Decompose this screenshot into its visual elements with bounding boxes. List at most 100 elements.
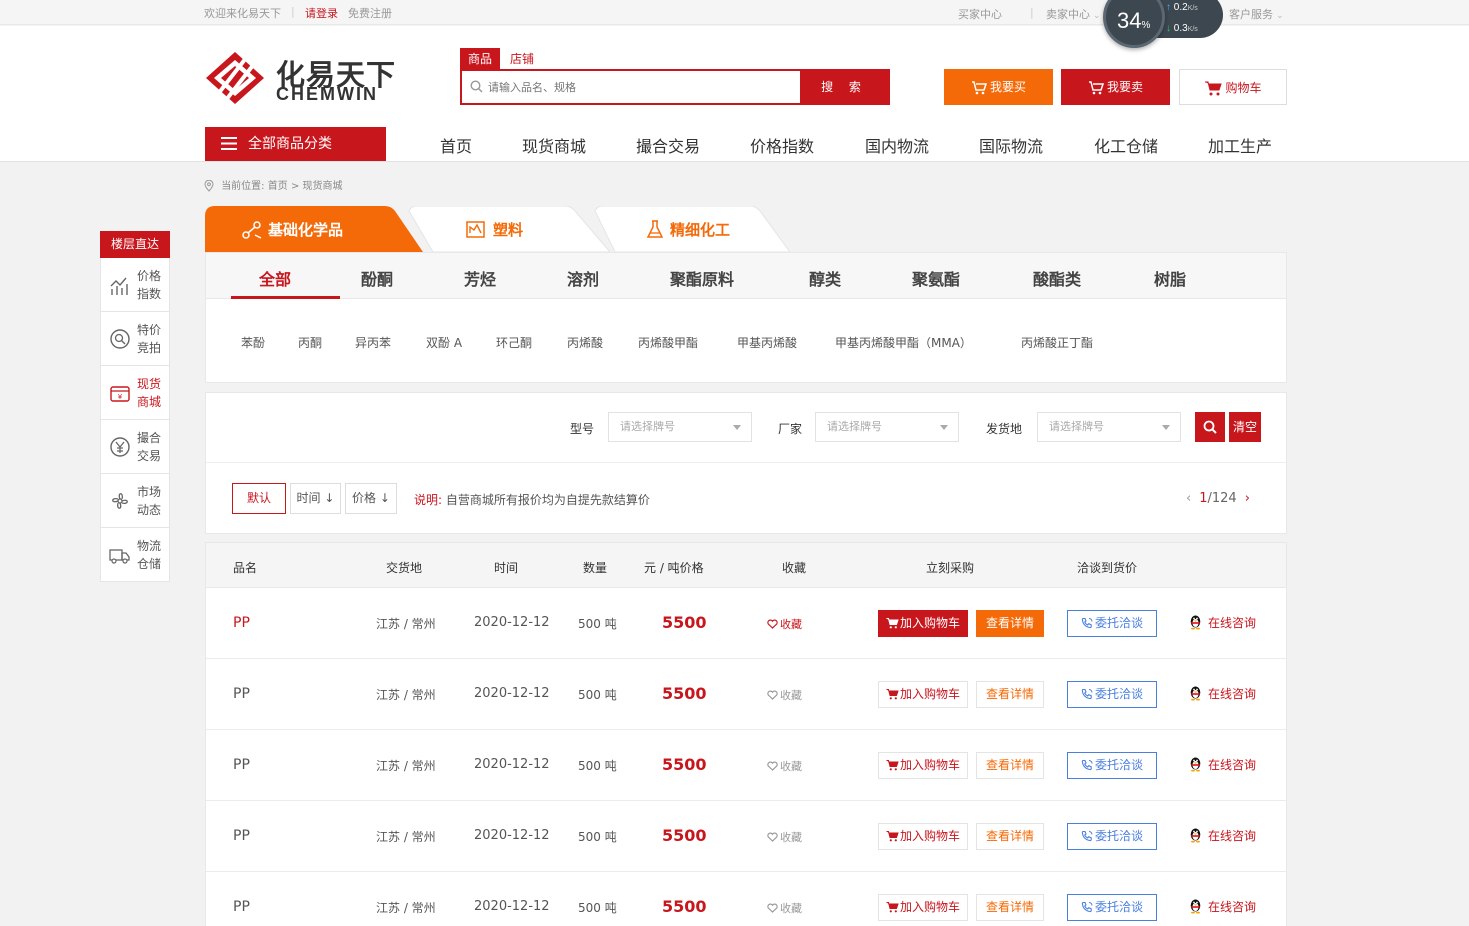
add-to-cart-button[interactable]: 加入购物车 — [878, 681, 968, 708]
view-details-button[interactable]: 查看详情 — [976, 823, 1044, 850]
tab-plastics[interactable]: 塑料 — [420, 206, 610, 252]
entrust-negotiation-button[interactable]: 委托洽谈 — [1067, 681, 1157, 708]
prev-page-icon[interactable]: ‹ — [1186, 491, 1191, 506]
origin-select[interactable]: 请选择牌号 — [1037, 412, 1181, 442]
tab-fine-chemicals[interactable]: 精细化工 — [610, 206, 800, 252]
favorite-button[interactable]: 收藏 — [767, 829, 802, 845]
subcat-aromatics[interactable]: 芳烃 — [464, 266, 496, 290]
nav-price-index[interactable]: 价格指数 — [750, 133, 814, 157]
product-name[interactable]: PP — [233, 757, 250, 773]
breadcrumb-home[interactable]: 首页 — [268, 181, 288, 192]
sort-price-button[interactable]: 价格 ↓ — [345, 483, 397, 514]
product-name[interactable]: PP — [233, 686, 250, 702]
sort-time-button[interactable]: 时间 ↓ — [290, 483, 341, 514]
nav-processing[interactable]: 加工生产 — [1208, 133, 1272, 157]
product-link[interactable]: 丙烯酸 — [567, 334, 603, 351]
subcat-phenol-ketone[interactable]: 酚酮 — [361, 266, 393, 290]
product-link[interactable]: 丙烯酸正丁酯 — [1021, 334, 1093, 351]
subcat-polyester[interactable]: 聚酯原料 — [670, 266, 734, 290]
add-to-cart-button[interactable]: 加入购物车 — [878, 823, 968, 850]
nav-spot-mall[interactable]: 现货商城 — [522, 133, 586, 157]
nav-intl-logistics[interactable]: 国际物流 — [979, 133, 1043, 157]
online-consult-link[interactable]: 在线咨询 — [1189, 756, 1256, 773]
view-details-button[interactable]: 查看详情 — [976, 681, 1044, 708]
favorite-button[interactable]: 收藏 — [767, 616, 802, 632]
product-link[interactable]: 甲基丙烯酸 — [737, 334, 797, 351]
login-link[interactable]: 请登录 — [305, 5, 338, 21]
cart-icon — [886, 902, 899, 913]
entrust-negotiation-button[interactable]: 委托洽谈 — [1067, 894, 1157, 921]
clear-filters-button[interactable]: 清空 — [1229, 412, 1261, 442]
floor-item-line1: 特价 — [137, 323, 162, 337]
product-name[interactable]: PP — [233, 615, 250, 631]
entrust-negotiation-button[interactable]: 委托洽谈 — [1067, 823, 1157, 850]
entrust-negotiation-button[interactable]: 委托洽谈 — [1067, 752, 1157, 779]
all-categories-button[interactable]: 全部商品分类 — [205, 127, 386, 161]
search-button[interactable]: 搜 索 — [800, 71, 888, 103]
sort-default-button[interactable]: 默认 — [232, 483, 286, 514]
nav-warehouse[interactable]: 化工仓储 — [1094, 133, 1158, 157]
next-page-icon[interactable]: › — [1245, 491, 1250, 506]
product-link[interactable]: 异丙苯 — [355, 334, 391, 351]
search-tab-shops[interactable]: 店铺 — [502, 48, 542, 70]
online-consult-link[interactable]: 在线咨询 — [1189, 898, 1256, 915]
search-tab-goods[interactable]: 商品 — [460, 48, 501, 70]
site-logo[interactable]: 化易天下 CHEMWIN — [204, 50, 404, 110]
online-consult-link[interactable]: 在线咨询 — [1189, 685, 1256, 702]
entrust-negotiation-button[interactable]: 委托洽谈 — [1067, 610, 1157, 637]
favorite-button[interactable]: 收藏 — [767, 900, 802, 916]
buy-button[interactable]: 我要买 — [944, 69, 1053, 105]
floor-item-market-news[interactable]: 市场 动态 — [100, 474, 170, 528]
product-link[interactable]: 环己酮 — [496, 334, 532, 351]
subcat-resins[interactable]: 树脂 — [1154, 266, 1186, 290]
online-consult-link[interactable]: 在线咨询 — [1189, 827, 1256, 844]
product-link[interactable]: 丙烯酸甲酯 — [638, 334, 698, 351]
favorite-button[interactable]: 收藏 — [767, 687, 802, 703]
add-to-cart-button[interactable]: 加入购物车 — [878, 894, 968, 921]
floor-item-auction[interactable]: 特价 竞拍 — [100, 312, 170, 366]
view-details-button[interactable]: 查看详情 — [976, 610, 1044, 637]
nav-matching[interactable]: 撮合交易 — [636, 133, 700, 157]
favorite-button[interactable]: 收藏 — [767, 758, 802, 774]
floor-item-logistics[interactable]: 物流 仓储 — [100, 528, 170, 582]
maker-select[interactable]: 请选择牌号 — [815, 412, 959, 442]
shopping-cart-button[interactable]: 购物车 — [1179, 69, 1287, 105]
phone-icon — [1081, 688, 1093, 700]
filter-search-button[interactable] — [1195, 412, 1225, 442]
qq-penguin-icon — [1190, 615, 1201, 630]
floor-item-spot-mall[interactable]: ¥ 现货 商城 — [100, 366, 170, 420]
add-to-cart-button[interactable]: 加入购物车 — [878, 752, 968, 779]
model-select[interactable]: 请选择牌号 — [608, 412, 752, 442]
heart-icon — [767, 761, 778, 771]
floor-item-price-index[interactable]: 价格 指数 — [100, 258, 170, 312]
buyer-center-label: 买家中心 — [958, 8, 1002, 21]
register-link[interactable]: 免费注册 — [348, 5, 392, 21]
product-name[interactable]: PP — [233, 828, 250, 844]
customer-service-link[interactable]: 客户服务 ⌄ — [1229, 6, 1284, 22]
nav-home[interactable]: 首页 — [440, 133, 472, 157]
sell-button[interactable]: 我要卖 — [1061, 69, 1170, 105]
online-consult-link[interactable]: 在线咨询 — [1189, 614, 1256, 631]
subcat-polyurethane[interactable]: 聚氨酯 — [912, 266, 960, 290]
buyer-center-link[interactable]: 买家中心 — [958, 6, 1002, 22]
product-link[interactable]: 丙酮 — [298, 334, 322, 351]
floor-item-matching[interactable]: 撮合 交易 — [100, 420, 170, 474]
add-to-cart-button[interactable]: 加入购物车 — [878, 610, 968, 637]
product-link[interactable]: 甲基丙烯酸甲酯（MMA） — [835, 334, 972, 351]
subcat-alcohols[interactable]: 醇类 — [809, 266, 841, 290]
product-name[interactable]: PP — [233, 899, 250, 915]
subcat-esters[interactable]: 酸酯类 — [1033, 266, 1081, 290]
quantity: 500 吨 — [578, 688, 617, 702]
seller-center-link[interactable]: 卖家中心 ⌄ — [1046, 6, 1101, 22]
view-details-button[interactable]: 查看详情 — [976, 752, 1044, 779]
table-header: 品名 交货地 时间 数量 元 / 吨价格 收藏 立刻采购 洽谈到货价 — [206, 543, 1286, 588]
nav-domestic-logistics[interactable]: 国内物流 — [865, 133, 929, 157]
customer-service-label: 客户服务 — [1229, 8, 1273, 21]
view-details-button[interactable]: 查看详情 — [976, 894, 1044, 921]
product-link[interactable]: 双酚 A — [426, 334, 462, 351]
product-link[interactable]: 苯酚 — [241, 334, 265, 351]
search-input[interactable] — [488, 77, 788, 97]
tab-basic-chemicals[interactable]: 基础化学品 — [205, 206, 420, 252]
subcat-all[interactable]: 全部 — [259, 266, 291, 290]
subcat-solvents[interactable]: 溶剂 — [567, 266, 599, 290]
